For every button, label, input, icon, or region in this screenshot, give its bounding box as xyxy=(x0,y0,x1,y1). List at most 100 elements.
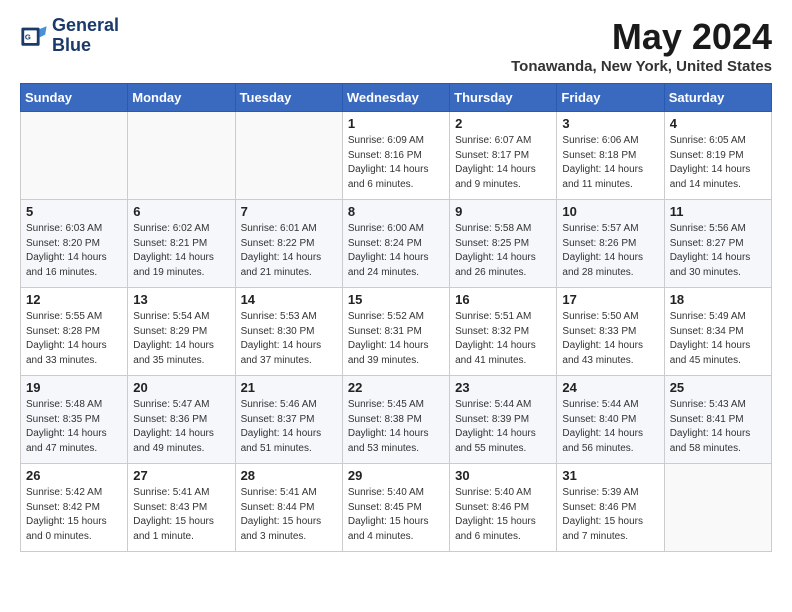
calendar-table: SundayMondayTuesdayWednesdayThursdayFrid… xyxy=(20,83,772,552)
calendar-cell xyxy=(235,112,342,200)
day-number: 15 xyxy=(348,292,444,307)
day-number: 26 xyxy=(26,468,122,483)
logo: G General Blue xyxy=(20,16,119,56)
calendar-cell: 5 Sunrise: 6:03 AM Sunset: 8:20 PM Daylig… xyxy=(21,200,128,288)
calendar-cell xyxy=(664,464,771,552)
day-number: 21 xyxy=(241,380,337,395)
day-number: 24 xyxy=(562,380,658,395)
calendar-cell: 1 Sunrise: 6:09 AM Sunset: 8:16 PM Daylig… xyxy=(342,112,449,200)
day-info: Sunrise: 5:42 AM Sunset: 8:42 PM Dayligh… xyxy=(26,486,122,544)
day-info: Sunrise: 5:58 AM Sunset: 8:25 PM Dayligh… xyxy=(455,222,551,280)
day-number: 20 xyxy=(133,380,229,395)
calendar-cell: 10 Sunrise: 5:57 AM Sunset: 8:26 PM Dayli… xyxy=(557,200,664,288)
day-info: Sunrise: 5:39 AM Sunset: 8:46 PM Dayligh… xyxy=(562,486,658,544)
day-info: Sunrise: 6:07 AM Sunset: 8:17 PM Dayligh… xyxy=(455,134,551,192)
calendar-cell: 24 Sunrise: 5:44 AM Sunset: 8:40 PM Dayli… xyxy=(557,376,664,464)
day-number: 16 xyxy=(455,292,551,307)
day-info: Sunrise: 5:52 AM Sunset: 8:31 PM Dayligh… xyxy=(348,310,444,368)
location-title: Tonawanda, New York, United States xyxy=(511,58,772,75)
day-number: 2 xyxy=(455,116,551,131)
day-info: Sunrise: 5:41 AM Sunset: 8:44 PM Dayligh… xyxy=(241,486,337,544)
calendar-cell: 27 Sunrise: 5:41 AM Sunset: 8:43 PM Dayli… xyxy=(128,464,235,552)
day-info: Sunrise: 6:03 AM Sunset: 8:20 PM Dayligh… xyxy=(26,222,122,280)
logo-text: General Blue xyxy=(52,16,119,56)
day-number: 31 xyxy=(562,468,658,483)
day-number: 10 xyxy=(562,204,658,219)
day-number: 28 xyxy=(241,468,337,483)
weekday-header-tuesday: Tuesday xyxy=(235,84,342,112)
page-header: G General Blue May 2024 Tonawanda, New Y… xyxy=(20,16,772,75)
calendar-cell: 9 Sunrise: 5:58 AM Sunset: 8:25 PM Daylig… xyxy=(450,200,557,288)
calendar-cell: 7Sunrise: 6:01 AM Sunset: 8:22 PM Daylig… xyxy=(235,200,342,288)
day-number: 23 xyxy=(455,380,551,395)
day-number: 11 xyxy=(670,204,766,219)
day-info: Sunrise: 5:55 AM Sunset: 8:28 PM Dayligh… xyxy=(26,310,122,368)
calendar-cell: 8 Sunrise: 6:00 AM Sunset: 8:24 PM Daylig… xyxy=(342,200,449,288)
calendar-cell: 30 Sunrise: 5:40 AM Sunset: 8:46 PM Dayli… xyxy=(450,464,557,552)
day-info: Sunrise: 5:45 AM Sunset: 8:38 PM Dayligh… xyxy=(348,398,444,456)
day-info: Sunrise: 5:41 AM Sunset: 8:43 PM Dayligh… xyxy=(133,486,229,544)
calendar-cell xyxy=(21,112,128,200)
day-number: 18 xyxy=(670,292,766,307)
day-info: Sunrise: 6:00 AM Sunset: 8:24 PM Dayligh… xyxy=(348,222,444,280)
day-number: 29 xyxy=(348,468,444,483)
logo-icon: G xyxy=(20,22,48,50)
day-number: 5 xyxy=(26,204,122,219)
title-block: May 2024 Tonawanda, New York, United Sta… xyxy=(511,16,772,75)
calendar-cell: 14Sunrise: 5:53 AM Sunset: 8:30 PM Dayli… xyxy=(235,288,342,376)
day-info: Sunrise: 6:06 AM Sunset: 8:18 PM Dayligh… xyxy=(562,134,658,192)
calendar-cell: 15 Sunrise: 5:52 AM Sunset: 8:31 PM Dayli… xyxy=(342,288,449,376)
day-info: Sunrise: 6:05 AM Sunset: 8:19 PM Dayligh… xyxy=(670,134,766,192)
day-number: 30 xyxy=(455,468,551,483)
day-number: 6 xyxy=(133,204,229,219)
day-number: 17 xyxy=(562,292,658,307)
calendar-cell: 12 Sunrise: 5:55 AM Sunset: 8:28 PM Dayli… xyxy=(21,288,128,376)
calendar-cell: 2 Sunrise: 6:07 AM Sunset: 8:17 PM Daylig… xyxy=(450,112,557,200)
day-number: 13 xyxy=(133,292,229,307)
day-number: 7 xyxy=(241,204,337,219)
calendar-cell: 3Sunrise: 6:06 AM Sunset: 8:18 PM Daylig… xyxy=(557,112,664,200)
day-number: 22 xyxy=(348,380,444,395)
day-number: 9 xyxy=(455,204,551,219)
calendar-cell: 19Sunrise: 5:48 AM Sunset: 8:35 PM Dayli… xyxy=(21,376,128,464)
day-number: 25 xyxy=(670,380,766,395)
calendar-cell: 28 Sunrise: 5:41 AM Sunset: 8:44 PM Dayli… xyxy=(235,464,342,552)
day-info: Sunrise: 5:43 AM Sunset: 8:41 PM Dayligh… xyxy=(670,398,766,456)
calendar-cell: 23Sunrise: 5:44 AM Sunset: 8:39 PM Dayli… xyxy=(450,376,557,464)
calendar-cell: 22 Sunrise: 5:45 AM Sunset: 8:38 PM Dayli… xyxy=(342,376,449,464)
day-info: Sunrise: 5:48 AM Sunset: 8:35 PM Dayligh… xyxy=(26,398,122,456)
calendar-cell: 18Sunrise: 5:49 AM Sunset: 8:34 PM Dayli… xyxy=(664,288,771,376)
weekday-header-sunday: Sunday xyxy=(21,84,128,112)
svg-text:G: G xyxy=(25,32,31,41)
weekday-header-row: SundayMondayTuesdayWednesdayThursdayFrid… xyxy=(21,84,772,112)
calendar-cell: 4 Sunrise: 6:05 AM Sunset: 8:19 PM Daylig… xyxy=(664,112,771,200)
calendar-cell: 20Sunrise: 5:47 AM Sunset: 8:36 PM Dayli… xyxy=(128,376,235,464)
calendar-cell: 25 Sunrise: 5:43 AM Sunset: 8:41 PM Dayli… xyxy=(664,376,771,464)
calendar-cell: 21 Sunrise: 5:46 AM Sunset: 8:37 PM Dayli… xyxy=(235,376,342,464)
week-row-1: 1 Sunrise: 6:09 AM Sunset: 8:16 PM Daylig… xyxy=(21,112,772,200)
day-info: Sunrise: 5:57 AM Sunset: 8:26 PM Dayligh… xyxy=(562,222,658,280)
day-number: 27 xyxy=(133,468,229,483)
day-info: Sunrise: 5:44 AM Sunset: 8:40 PM Dayligh… xyxy=(562,398,658,456)
day-info: Sunrise: 6:09 AM Sunset: 8:16 PM Dayligh… xyxy=(348,134,444,192)
calendar-cell: 6Sunrise: 6:02 AM Sunset: 8:21 PM Daylig… xyxy=(128,200,235,288)
day-number: 1 xyxy=(348,116,444,131)
day-info: Sunrise: 5:40 AM Sunset: 8:46 PM Dayligh… xyxy=(455,486,551,544)
day-info: Sunrise: 5:51 AM Sunset: 8:32 PM Dayligh… xyxy=(455,310,551,368)
week-row-3: 12 Sunrise: 5:55 AM Sunset: 8:28 PM Dayli… xyxy=(21,288,772,376)
day-number: 12 xyxy=(26,292,122,307)
day-info: Sunrise: 5:54 AM Sunset: 8:29 PM Dayligh… xyxy=(133,310,229,368)
weekday-header-wednesday: Wednesday xyxy=(342,84,449,112)
weekday-header-friday: Friday xyxy=(557,84,664,112)
calendar-cell: 17Sunrise: 5:50 AM Sunset: 8:33 PM Dayli… xyxy=(557,288,664,376)
week-row-5: 26 Sunrise: 5:42 AM Sunset: 8:42 PM Dayli… xyxy=(21,464,772,552)
day-number: 8 xyxy=(348,204,444,219)
day-number: 4 xyxy=(670,116,766,131)
weekday-header-saturday: Saturday xyxy=(664,84,771,112)
day-info: Sunrise: 5:46 AM Sunset: 8:37 PM Dayligh… xyxy=(241,398,337,456)
calendar-cell: 11Sunrise: 5:56 AM Sunset: 8:27 PM Dayli… xyxy=(664,200,771,288)
calendar-cell xyxy=(128,112,235,200)
calendar-cell: 16 Sunrise: 5:51 AM Sunset: 8:32 PM Dayli… xyxy=(450,288,557,376)
week-row-4: 19Sunrise: 5:48 AM Sunset: 8:35 PM Dayli… xyxy=(21,376,772,464)
calendar-cell: 31 Sunrise: 5:39 AM Sunset: 8:46 PM Dayli… xyxy=(557,464,664,552)
